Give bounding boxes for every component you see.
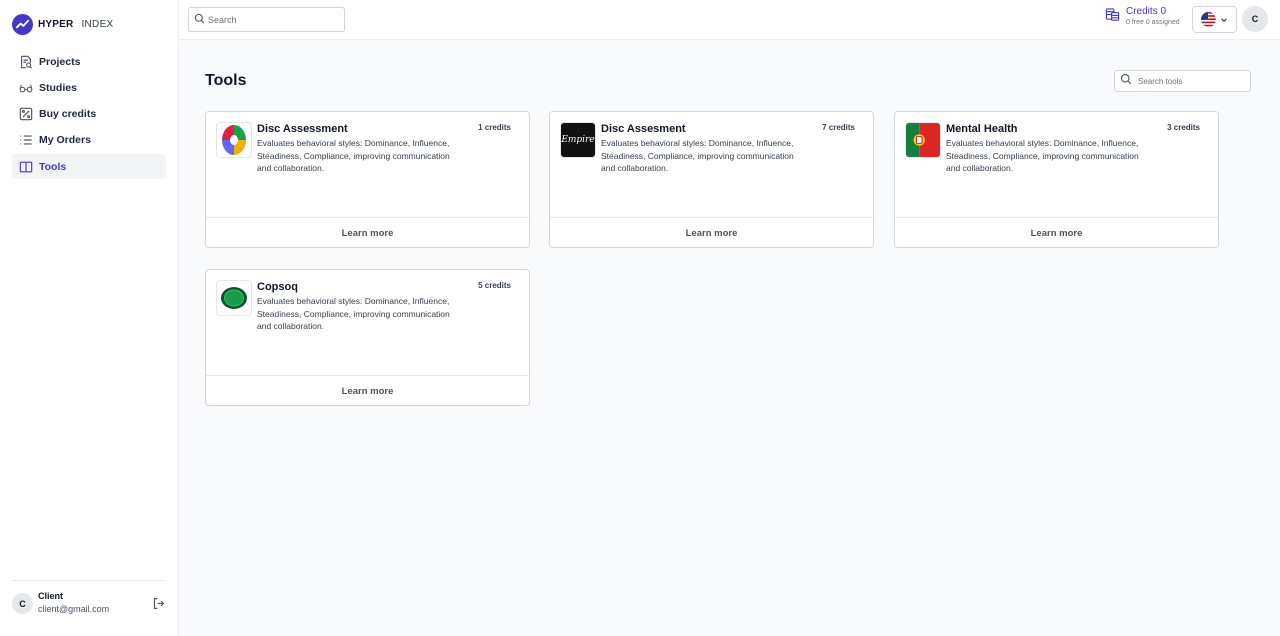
sidebar-item-tools[interactable]: Tools: [12, 154, 166, 180]
page-title: Tools: [205, 72, 247, 89]
tools-search: [1114, 70, 1251, 92]
tool-credits: 5 credits: [478, 281, 511, 290]
avatar[interactable]: C: [12, 593, 33, 614]
tool-credits: 1 credits: [478, 123, 511, 132]
tool-description: Evaluates behavioral styles: Dominance, …: [946, 138, 1139, 173]
avatar[interactable]: C: [1242, 6, 1268, 32]
sidebar-item-projects[interactable]: Projects: [12, 49, 166, 74]
credits-indicator[interactable]: Credits 0 0 free 0 assigned: [1105, 6, 1180, 26]
tool-card: Disc Assessment 1 credits Evaluates beha…: [205, 111, 530, 248]
search-icon: [194, 11, 205, 29]
trend-chart-icon: [12, 13, 33, 35]
sidebar-nav: Projects Studies Buy credits My Orders T…: [12, 49, 166, 180]
us-flag-icon: [1201, 12, 1216, 27]
learn-more-button[interactable]: Learn more: [550, 217, 873, 248]
sidebar: HYPER INDEX Projects Studies Buy credits: [0, 0, 179, 636]
sidebar-item-label: Tools: [39, 160, 67, 173]
sidebar-item-label: Projects: [39, 55, 81, 68]
tools-search-input[interactable]: [1138, 76, 1243, 86]
empire-logo: Empire: [560, 122, 596, 158]
tool-title: Mental Health: [946, 123, 1018, 135]
logout-icon[interactable]: [152, 597, 166, 611]
user-name: Client: [38, 591, 64, 601]
tool-credits: 3 credits: [1167, 123, 1200, 132]
brand-name-light: INDEX: [81, 18, 114, 30]
credits-label: Credits 0: [1126, 6, 1167, 17]
chevron-down-icon: [1220, 11, 1228, 29]
glasses-icon: [19, 81, 33, 95]
tool-title: Copsoq: [257, 281, 298, 293]
user-profile: C Client client@gmail.com: [12, 580, 166, 630]
portugal-flag-icon: [905, 122, 941, 158]
sidebar-item-studies[interactable]: Studies: [12, 75, 166, 100]
search-icon: [1120, 72, 1132, 90]
search-input[interactable]: [208, 14, 338, 25]
disc-wheel-icon: [216, 122, 252, 158]
credits-sublabel: 0 free 0 assigned: [1126, 19, 1180, 26]
list-icon: [19, 133, 33, 147]
brand-name-bold: HYPER: [38, 18, 74, 30]
document-search-icon: [19, 55, 33, 69]
learn-more-button[interactable]: Learn more: [895, 217, 1218, 248]
sidebar-item-label: My Orders: [39, 134, 91, 147]
learn-more-button[interactable]: Learn more: [206, 375, 529, 406]
topbar: Credits 0 0 free 0 assigned C: [179, 0, 1280, 40]
brand-logo[interactable]: HYPER INDEX: [12, 12, 114, 36]
sidebar-item-buy-credits[interactable]: Buy credits: [12, 102, 166, 127]
tool-card: Copsoq 5 credits Evaluates behavioral st…: [205, 269, 530, 406]
sidebar-item-label: Studies: [39, 81, 77, 94]
empire-logo-text: Empire: [561, 135, 595, 145]
sidebar-item-label: Buy credits: [39, 108, 97, 121]
tool-title: Disc Assessment: [257, 123, 348, 135]
tool-title: Disc Assesment: [601, 123, 686, 135]
coins-icon: [1105, 7, 1121, 23]
global-search: [188, 7, 345, 32]
book-open-icon: [19, 160, 33, 174]
green-oval-icon: [216, 280, 252, 316]
language-selector[interactable]: [1192, 6, 1237, 33]
user-email: client@gmail.com: [38, 604, 110, 614]
tool-description: Evaluates behavioral styles: Dominance, …: [257, 296, 450, 331]
sidebar-item-my-orders[interactable]: My Orders: [12, 128, 166, 153]
tool-description: Evaluates behavioral styles: Dominance, …: [601, 138, 794, 173]
tool-card: Empire Disc Assesment 7 credits Evaluate…: [549, 111, 874, 248]
learn-more-button[interactable]: Learn more: [206, 217, 529, 248]
tool-card: Mental Health 3 credits Evaluates behavi…: [894, 111, 1219, 248]
percent-icon: [19, 107, 33, 121]
tool-credits: 7 credits: [822, 123, 855, 132]
tool-description: Evaluates behavioral styles: Dominance, …: [257, 138, 450, 173]
